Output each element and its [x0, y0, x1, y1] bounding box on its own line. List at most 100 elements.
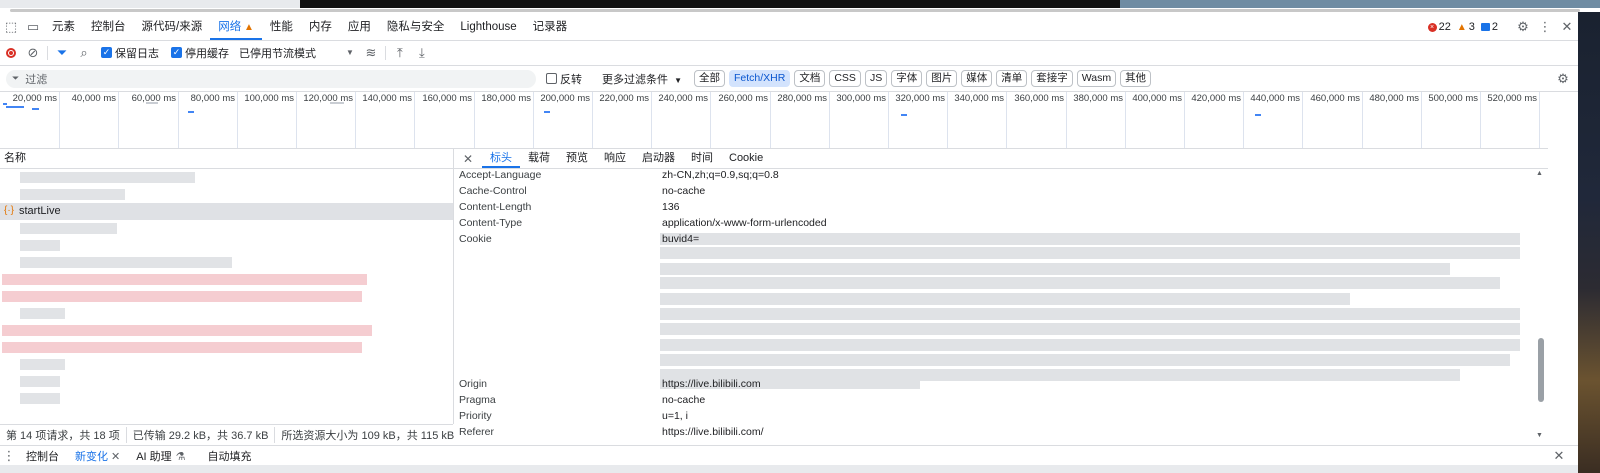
- header-row: Pragma no-cache: [459, 392, 1539, 408]
- request-row[interactable]: [0, 305, 453, 322]
- timeline-tick-label: 500,000 ms: [1428, 93, 1478, 104]
- request-row[interactable]: [0, 339, 453, 356]
- detail-tab-0[interactable]: 标头: [482, 149, 520, 168]
- timeline-tick-label: 160,000 ms: [422, 93, 472, 104]
- filter-type-10[interactable]: Wasm: [1076, 70, 1117, 87]
- inspect-element-icon[interactable]: ⬚: [0, 16, 22, 38]
- request-row[interactable]: [0, 373, 453, 390]
- settings-gear-icon[interactable]: ⚙: [1512, 16, 1534, 38]
- tab-2[interactable]: 源代码/来源: [134, 14, 211, 40]
- request-row[interactable]: [0, 322, 453, 339]
- network-conditions-icon[interactable]: ≋: [360, 42, 382, 64]
- detail-tab-6[interactable]: Cookie: [721, 149, 771, 168]
- filter-type-0[interactable]: 全部: [693, 70, 725, 87]
- timeline-tick-label: 120,000 ms: [303, 93, 353, 104]
- filter-type-1[interactable]: Fetch/XHR: [728, 70, 791, 87]
- clear-icon[interactable]: ⊘: [22, 42, 44, 64]
- filter-type-7[interactable]: 媒体: [961, 70, 993, 87]
- timeline-gridline: [1421, 92, 1422, 148]
- network-settings-gear-icon[interactable]: ⚙: [1552, 68, 1574, 90]
- detail-tab-4[interactable]: 启动器: [634, 149, 683, 168]
- drawer-tab-autofill[interactable]: 自动填充: [200, 448, 260, 464]
- filter-type-9[interactable]: 套接字: [1031, 70, 1073, 87]
- close-devtools-icon[interactable]: ✕: [1556, 16, 1578, 38]
- tab-7[interactable]: 隐私与安全: [379, 14, 453, 40]
- timeline-gridline: [651, 92, 652, 148]
- drawer-tab-ai-assistance[interactable]: AI 助理 ⚗: [128, 448, 193, 464]
- header-value: zh-CN,zh;q=0.9,sq;q=0.8: [662, 169, 779, 181]
- request-row[interactable]: [0, 356, 453, 373]
- disable-cache-checkbox[interactable]: ✓ 停用缓存: [171, 45, 229, 61]
- detail-tab-2[interactable]: 预览: [558, 149, 596, 168]
- timeline-gridline: [59, 92, 60, 148]
- page-horizontal-scrollbar[interactable]: [10, 9, 1580, 12]
- filter-type-5[interactable]: 字体: [891, 70, 923, 87]
- throttling-select[interactable]: 已停用节流模式 ▼: [239, 45, 354, 61]
- filter-type-6[interactable]: 图片: [926, 70, 958, 87]
- timeline-gridline: [1066, 92, 1067, 148]
- timeline-tick-label: 240,000 ms: [658, 93, 708, 104]
- more-filters-label: 更多过滤条件: [602, 73, 668, 86]
- tab-0[interactable]: 元素: [44, 14, 83, 40]
- tab-8[interactable]: Lighthouse: [452, 14, 524, 40]
- timeline-tick-label: 360,000 ms: [1014, 93, 1064, 104]
- export-har-icon[interactable]: ⤓: [411, 42, 433, 64]
- drawer-menu-icon[interactable]: ⋮: [0, 445, 18, 467]
- request-row[interactable]: [0, 237, 453, 254]
- header-name: Referer: [459, 426, 495, 438]
- tab-1[interactable]: 控制台: [83, 14, 134, 40]
- timeline-overview[interactable]: 20,000 ms 40,000 ms 60,000 ms 80,000 ms 100,…: [0, 92, 1548, 149]
- scroll-thumb[interactable]: [1538, 338, 1544, 402]
- request-row-selected[interactable]: {·} startLive: [0, 203, 453, 220]
- filter-type-8[interactable]: 清单: [996, 70, 1028, 87]
- timeline-tick-label: 460,000 ms: [1310, 93, 1360, 104]
- header-value: no-cache: [662, 394, 706, 406]
- timeline-gridline: [829, 92, 830, 148]
- close-tab-icon[interactable]: ✕: [111, 451, 120, 463]
- warning-count-badge[interactable]: ▲ 3: [1457, 21, 1475, 33]
- dropdown-arrow-icon: ▼: [674, 75, 682, 85]
- tab-5[interactable]: 内存: [301, 14, 340, 40]
- request-row[interactable]: [0, 271, 453, 288]
- detail-tab-5[interactable]: 时间: [683, 149, 721, 168]
- request-row[interactable]: [0, 220, 453, 237]
- tab-4[interactable]: 性能: [262, 14, 301, 40]
- filter-type-11[interactable]: 其他: [1120, 70, 1152, 87]
- tab-9[interactable]: 记录器: [525, 14, 576, 40]
- request-row[interactable]: [0, 390, 453, 407]
- filter-type-2[interactable]: 文档: [794, 70, 826, 87]
- preserve-log-checkbox[interactable]: ✓ 保留日志: [101, 45, 159, 61]
- device-toolbar-icon[interactable]: ▭: [22, 16, 44, 38]
- close-drawer-icon[interactable]: ✕: [1548, 445, 1570, 467]
- detail-vertical-scrollbar[interactable]: ▲ ▼: [1535, 170, 1546, 444]
- detail-tab-3[interactable]: 响应: [596, 149, 634, 168]
- error-count-badge[interactable]: × 22: [1427, 21, 1451, 33]
- timeline-gridline: [947, 92, 948, 148]
- detail-tab-1[interactable]: 载荷: [520, 149, 558, 168]
- request-list-header[interactable]: 名称: [0, 149, 453, 169]
- record-stop-icon[interactable]: [0, 42, 22, 64]
- request-row[interactable]: [0, 254, 453, 271]
- more-options-icon[interactable]: ⋮: [1534, 16, 1556, 38]
- drawer-tab-whats-new[interactable]: 新变化 ✕: [67, 448, 128, 464]
- timeline-gridline: [178, 92, 179, 148]
- request-row[interactable]: [0, 169, 453, 186]
- filter-icon[interactable]: ⏷: [51, 42, 73, 64]
- filter-type-3[interactable]: CSS: [829, 70, 861, 87]
- tab-3[interactable]: 网络 ▲: [210, 14, 262, 40]
- more-filters-dropdown[interactable]: 更多过滤条件 ▼: [602, 71, 682, 87]
- search-icon[interactable]: ⌕: [73, 42, 95, 64]
- message-count-badge[interactable]: 2: [1480, 21, 1498, 33]
- import-har-icon[interactable]: ⤒: [389, 42, 411, 64]
- scroll-down-arrow-icon[interactable]: ▼: [1536, 432, 1543, 439]
- invert-checkbox[interactable]: 反转: [546, 71, 582, 87]
- filter-input[interactable]: ⏷ 过滤: [6, 69, 536, 88]
- tab-6[interactable]: 应用: [340, 14, 379, 40]
- filter-icon: ⏷: [12, 73, 20, 83]
- timeline-tick-label: 340,000 ms: [954, 93, 1004, 104]
- drawer-tab-console[interactable]: 控制台: [18, 448, 67, 464]
- filter-type-4[interactable]: JS: [864, 70, 888, 87]
- request-row[interactable]: [0, 186, 453, 203]
- scroll-up-arrow-icon[interactable]: ▲: [1536, 170, 1543, 177]
- request-row[interactable]: [0, 288, 453, 305]
